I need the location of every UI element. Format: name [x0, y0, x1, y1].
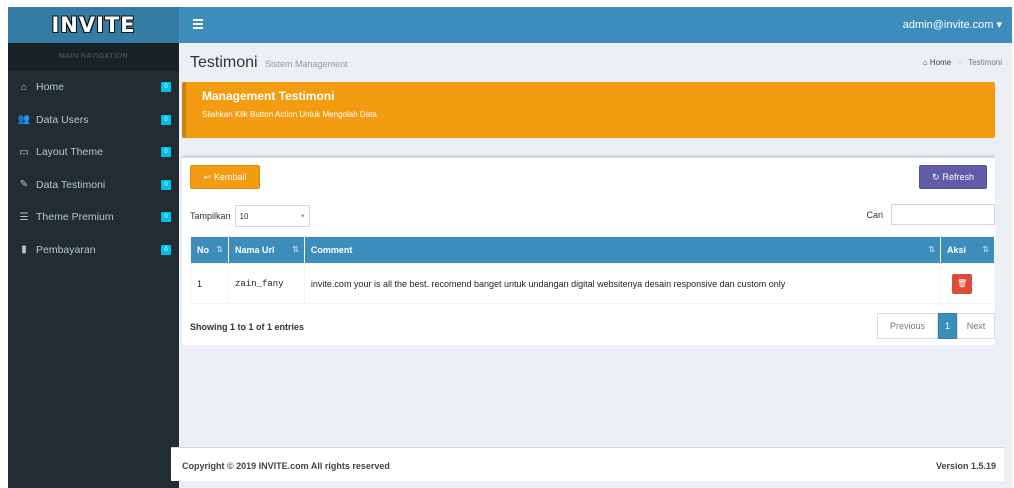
length-select[interactable]: 10 ▾: [234, 205, 310, 227]
sidebar-badge: 0: [161, 147, 171, 158]
logo-text: INVITE: [51, 13, 136, 37]
length-value: 10: [239, 211, 249, 221]
sidebar-item-label: Pembayaran: [36, 243, 96, 256]
footer: Copyright © 2019 INVITE.com All rights r…: [171, 447, 1004, 481]
refresh-label: Refresh: [942, 172, 975, 182]
sidebar-item-label: Data Users: [36, 113, 89, 126]
kembali-button[interactable]: ↩ Kembali: [190, 165, 260, 189]
pagination-previous[interactable]: Previous: [877, 313, 938, 339]
page-title-text: Testimoni: [190, 54, 258, 71]
list-icon: ☰: [19, 211, 29, 223]
kembali-label: Kembali: [214, 172, 247, 182]
refresh-icon: ↻: [931, 171, 940, 182]
pagination-page-1[interactable]: 1: [938, 313, 957, 339]
sort-icon: ⇅: [928, 245, 936, 254]
sidebar-badge: 0: [161, 179, 171, 190]
breadcrumb: ⌂ Home > Testimoni: [923, 58, 1002, 67]
topbar: admin@invite.com ▾: [179, 7, 1012, 43]
sidebar-item-label: Layout Theme: [36, 146, 103, 159]
page-title: Testimoni Sistem Management: [190, 54, 348, 72]
testimoni-table: No ⇅ Nama Url ⇅ Comment ⇅ Aksi ⇅ 1 zain_fany…: [190, 236, 995, 304]
chevron-down-icon: ▾: [301, 213, 305, 220]
table-info: Showing 1 to 1 of 1 entries: [190, 322, 305, 332]
sort-icon: ⇅: [292, 245, 299, 254]
column-header-aksi[interactable]: Aksi ⇅: [940, 236, 995, 264]
sort-icon: ⇅: [982, 245, 989, 254]
testimoni-box: ↩ Kembali ↻ Refresh Tampilkan 10 ▾ Cari …: [182, 155, 995, 345]
length-control: Tampilkan 10 ▾: [190, 205, 310, 227]
monitor-icon: ▭: [19, 146, 29, 158]
copyright: Copyright © 2019 INVITE.com All rights r…: [182, 461, 390, 471]
sidebar-item-home[interactable]: ⌂ Home 0: [8, 71, 179, 104]
reply-icon: ↩: [203, 171, 212, 182]
callout-text: Silahkan Klik Button Action Untuk Mengol…: [202, 110, 377, 119]
user-menu[interactable]: admin@invite.com ▾: [903, 18, 1002, 31]
users-icon: 👥: [17, 114, 31, 126]
file-icon: ▮: [21, 244, 27, 256]
cell-url: zain_fany: [227, 263, 305, 304]
sidebar-item-layout-theme[interactable]: ▭ Layout Theme 0: [8, 136, 179, 169]
pagination-next[interactable]: Next: [957, 313, 995, 339]
sidebar-badge: 0: [161, 212, 171, 223]
pagination: Previous 1 Next: [877, 313, 995, 339]
table-row: 1 zain_fany invite.com your is all the b…: [190, 263, 995, 304]
sidebar-item-data-testimoni[interactable]: ✎ Data Testimoni 0: [8, 169, 179, 202]
sidebar-badge: 0: [161, 82, 171, 93]
length-label: Tampilkan: [190, 211, 231, 221]
callout-warning: Management Testimoni Silahkan Klik Butto…: [182, 82, 995, 138]
content-header: Testimoni Sistem Management ⌂ Home > Tes…: [179, 43, 1012, 81]
sidebar-badge: 0: [161, 244, 171, 255]
sidebar-item-label: Theme Premium: [36, 211, 114, 224]
sidebar: INVITE MAIN NAVIGATION ⌂ Home 0 👥 Data U…: [8, 7, 179, 488]
version: Version 1.5.19: [935, 461, 996, 471]
home-icon: ⌂: [922, 58, 928, 67]
search-input[interactable]: [891, 204, 995, 225]
column-header-no[interactable]: No ⇅: [190, 236, 229, 264]
sidebar-item-theme-premium[interactable]: ☰ Theme Premium 0: [8, 201, 179, 234]
cell-no: 1: [190, 263, 229, 304]
table-header-row: No ⇅ Nama Url ⇅ Comment ⇅ Aksi ⇅: [190, 236, 995, 264]
logo[interactable]: INVITE: [8, 7, 179, 43]
sidebar-badge: 0: [161, 114, 171, 125]
delete-button[interactable]: 🗑: [952, 273, 973, 294]
column-header-comment[interactable]: Comment ⇅: [303, 236, 942, 264]
sort-icon: ⇅: [216, 245, 223, 254]
column-header-url[interactable]: Nama Url ⇅: [227, 236, 305, 264]
search-label: Cari: [866, 209, 883, 220]
breadcrumb-home[interactable]: Home: [930, 58, 951, 67]
cell-comment: invite.com your is all the best. recomen…: [303, 263, 942, 304]
sidebar-item-data-users[interactable]: 👥 Data Users 0: [8, 104, 179, 137]
nav-header: MAIN NAVIGATION: [8, 43, 179, 71]
sidebar-item-label: Data Testimoni: [36, 178, 106, 191]
sidebar-item-label: Home: [36, 81, 65, 94]
sidebar-item-pembayaran[interactable]: ▮ Pembayaran 0: [8, 234, 179, 267]
edit-icon: ✎: [19, 179, 29, 191]
cell-aksi: 🗑: [940, 263, 995, 304]
menu-toggle-icon[interactable]: [193, 19, 203, 29]
breadcrumb-separator: >: [957, 58, 963, 67]
trash-icon: 🗑: [956, 279, 968, 288]
page-subtitle: Sistem Management: [265, 59, 348, 69]
home-icon: ⌂: [20, 81, 28, 93]
refresh-button[interactable]: ↻ Refresh: [919, 165, 987, 189]
breadcrumb-current: Testimoni: [968, 58, 1002, 67]
search-control: Cari: [866, 204, 995, 225]
callout-title: Management Testimoni: [202, 89, 335, 103]
